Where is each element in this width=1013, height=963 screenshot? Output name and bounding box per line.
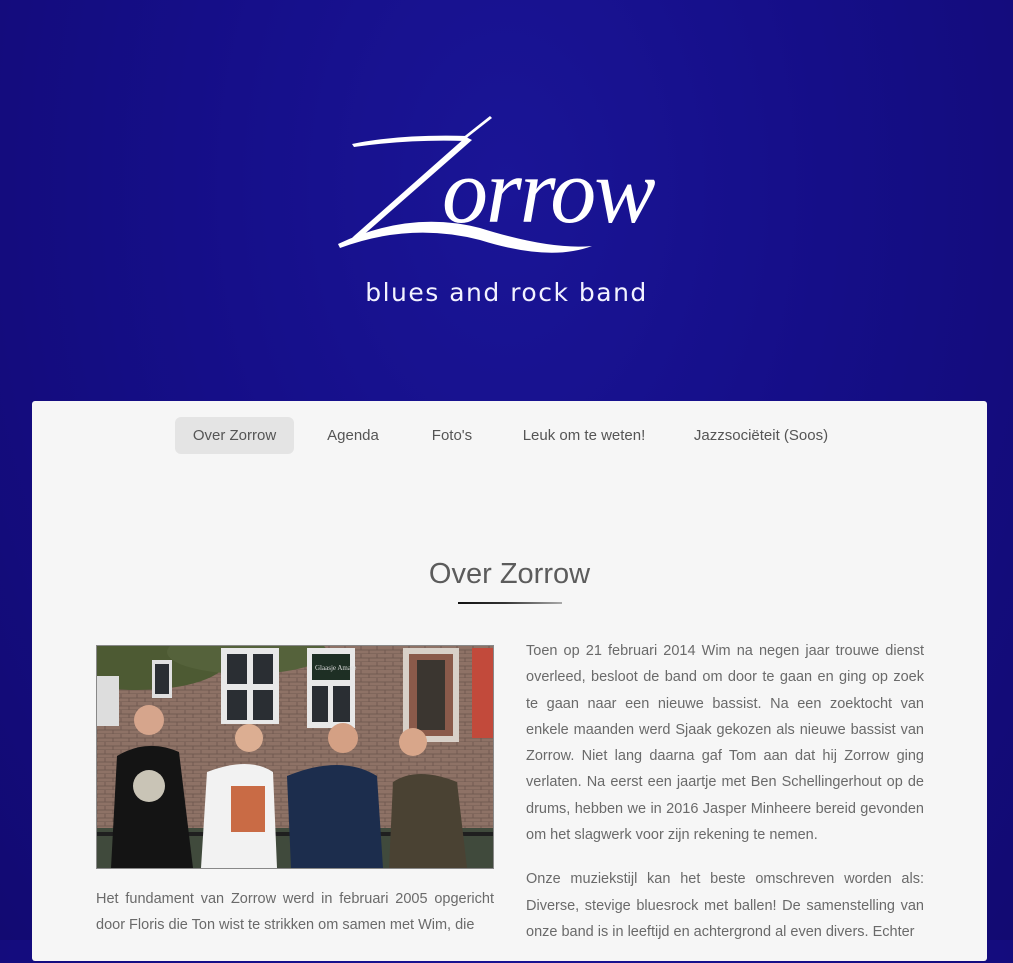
zorrow-logo[interactable]: orrow [330, 110, 690, 270]
band-photo: Glaasje Amare [96, 645, 494, 869]
paragraph-style: Onze muziekstijl kan het beste omschreve… [526, 871, 924, 940]
page-title: Over Zorrow [428, 558, 591, 591]
title-divider [458, 602, 562, 604]
band-tagline: blues and rock band [365, 278, 648, 307]
content-card: Over Zorrow Agenda Foto's Leuk om te wet… [32, 401, 987, 961]
intro-text-left: Het fundament van Zorrow werd in februar… [96, 886, 494, 957]
photo-sign: Glaasje Amare [315, 664, 356, 672]
nav-item-fotos[interactable]: Foto's [413, 417, 491, 454]
logo-letters: orrow [442, 140, 655, 242]
paragraph-history: Toen op 21 februari 2014 Wim na negen ja… [526, 643, 924, 844]
main-nav: Over Zorrow Agenda Foto's Leuk om te wet… [32, 417, 987, 454]
paragraph-foundation: Het fundament van Zorrow werd in februar… [96, 891, 494, 934]
nav-item-jazzsocieteit[interactable]: Jazzsociëteit (Soos) [680, 417, 842, 454]
nav-item-over-zorrow[interactable]: Over Zorrow [175, 417, 294, 454]
intro-text-right: Toen op 21 februari 2014 Wim na negen ja… [526, 638, 924, 963]
site-header: orrow blues and rock band [0, 0, 1013, 400]
nav-item-agenda[interactable]: Agenda [314, 417, 392, 454]
nav-item-leuk-om-te-weten[interactable]: Leuk om te weten! [510, 417, 658, 454]
